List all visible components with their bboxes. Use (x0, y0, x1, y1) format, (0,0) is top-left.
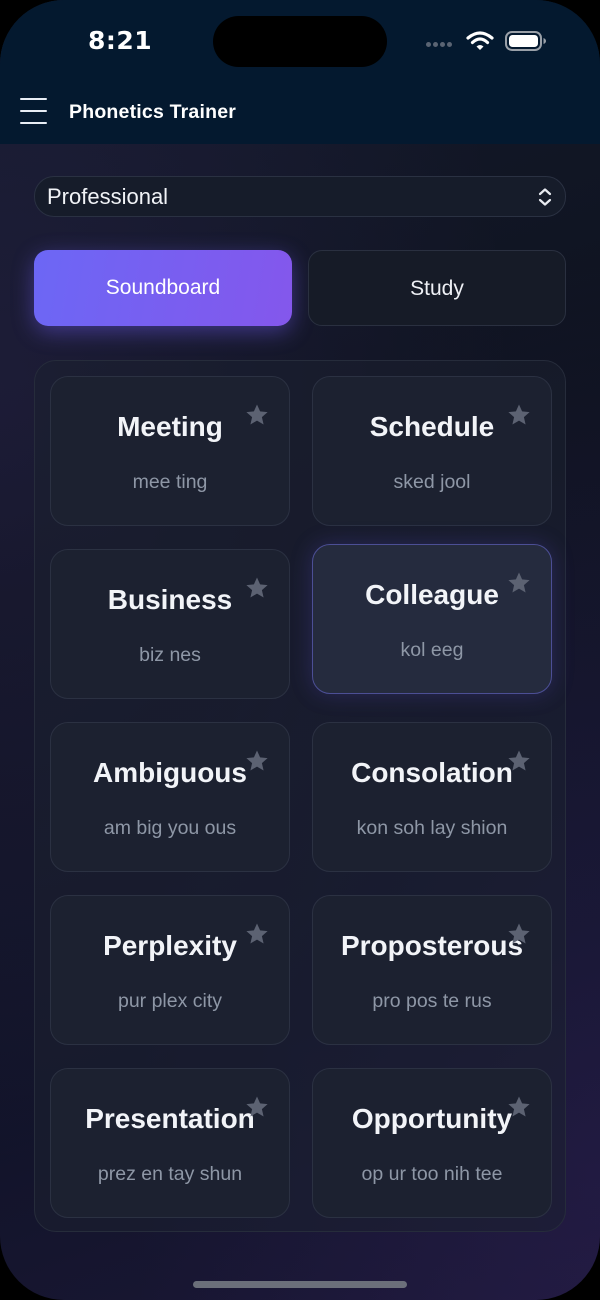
word-phonetic: am big you ous (103, 817, 237, 839)
app-header: 8:21 Phonetics Trainer (0, 0, 600, 144)
word-phonetic: biz nes (139, 644, 201, 666)
chevron-updown-icon (538, 188, 552, 206)
star-icon[interactable] (245, 922, 269, 946)
tab-soundboard[interactable]: Soundboard (34, 250, 292, 326)
star-icon[interactable] (507, 922, 531, 946)
star-icon[interactable] (245, 576, 269, 600)
word-phonetic: kol eeg (400, 639, 464, 661)
hamburger-menu-icon[interactable] (20, 98, 47, 126)
battery-icon (505, 31, 546, 51)
star-icon[interactable] (507, 749, 531, 773)
word-phonetic: pur plex city (117, 990, 223, 1012)
star-icon[interactable] (245, 1095, 269, 1119)
star-icon[interactable] (507, 571, 531, 595)
tab-study[interactable]: Study (308, 250, 566, 326)
word-card-perplexity[interactable]: Perplexity pur plex city (50, 895, 290, 1045)
word-card-consolation[interactable]: Consolation kon soh lay shion (312, 722, 552, 872)
word-card-colleague[interactable]: Colleague kol eeg (312, 544, 552, 694)
word-phonetic: mee ting (132, 471, 208, 493)
category-select-value: Professional (47, 184, 169, 209)
word-phonetic: pro pos te rus (372, 990, 492, 1012)
word-card-opportunity[interactable]: Opportunity op ur too nih tee (312, 1068, 552, 1218)
word-card-business[interactable]: Business biz nes (50, 549, 290, 699)
status-time: 8:21 (88, 26, 153, 55)
word-phonetic: prez en tay shun (97, 1163, 243, 1185)
word-phonetic: kon soh lay shion (356, 817, 508, 839)
app-title: Phonetics Trainer (69, 101, 237, 123)
word-card-presentation[interactable]: Presentation prez en tay shun (50, 1068, 290, 1218)
star-icon[interactable] (507, 1095, 531, 1119)
cellular-signal-icon (426, 42, 456, 50)
dynamic-island (213, 16, 387, 67)
word-phonetic: sked jool (393, 471, 471, 493)
home-indicator[interactable] (193, 1281, 407, 1288)
star-icon[interactable] (245, 749, 269, 773)
category-select[interactable]: Professional (34, 176, 566, 217)
star-icon[interactable] (245, 403, 269, 427)
word-card-schedule[interactable]: Schedule sked jool (312, 376, 552, 526)
word-card-proposterous[interactable]: Proposterous pro pos te rus (312, 895, 552, 1045)
star-icon[interactable] (507, 403, 531, 427)
word-card-ambiguous[interactable]: Ambiguous am big you ous (50, 722, 290, 872)
word-grid: Meeting mee ting Schedule sked jool Busi… (34, 360, 566, 1232)
wifi-icon (466, 31, 494, 50)
word-card-meeting[interactable]: Meeting mee ting (50, 376, 290, 526)
word-phonetic: op ur too nih tee (361, 1163, 503, 1185)
phone-screen: 8:21 Phonetics Trainer Professional Soun… (0, 0, 600, 1300)
